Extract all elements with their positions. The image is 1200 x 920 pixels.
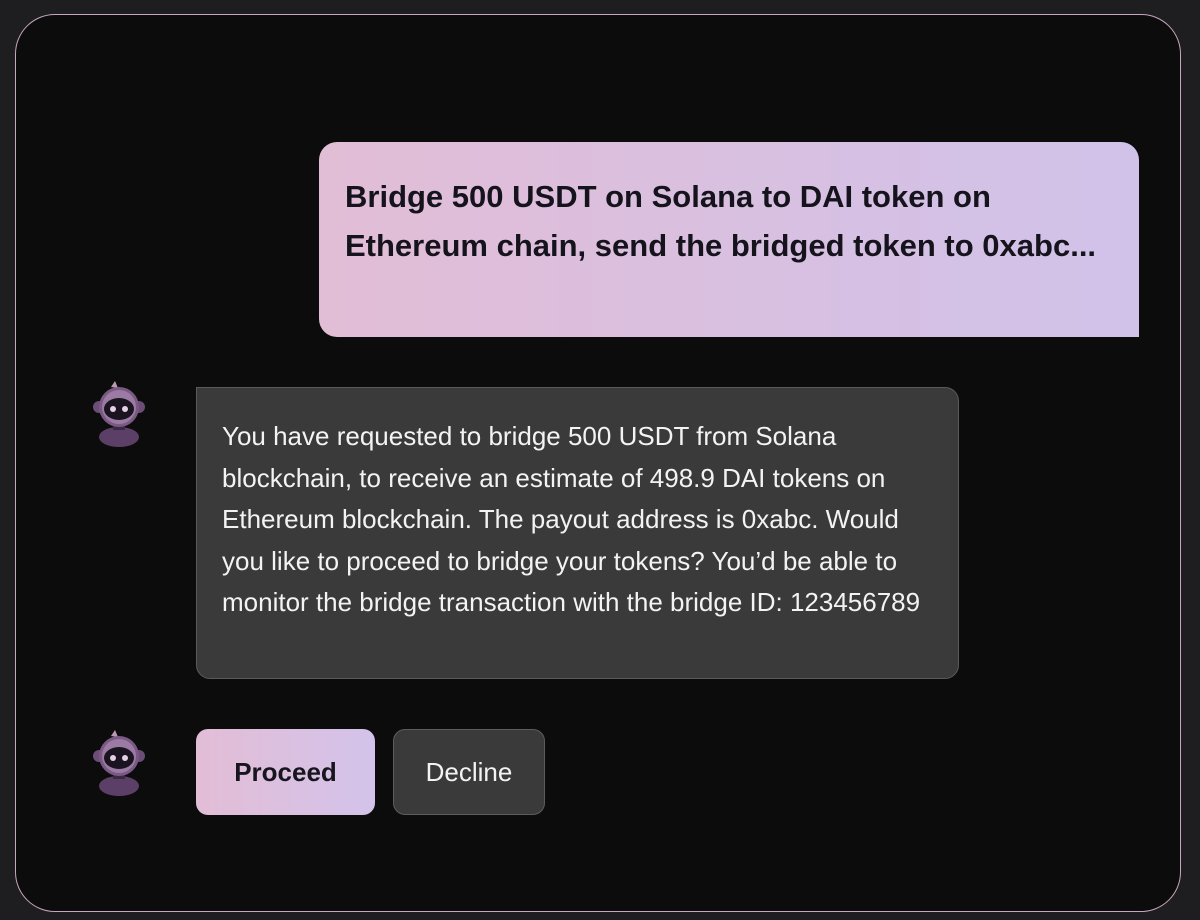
user-message-bubble: Bridge 500 USDT on Solana to DAI token o… bbox=[319, 142, 1139, 337]
decline-button-label: Decline bbox=[425, 756, 513, 787]
robot-avatar-icon bbox=[87, 377, 151, 447]
decline-button[interactable]: Decline bbox=[393, 729, 545, 815]
bot-message-text: You have requested to bridge 500 USDT fr… bbox=[222, 421, 921, 617]
proceed-button-label: Proceed bbox=[234, 756, 337, 787]
user-message-text: Bridge 500 USDT on Solana to DAI token o… bbox=[345, 179, 1097, 263]
robot-avatar-icon bbox=[87, 726, 151, 796]
bot-message-bubble: You have requested to bridge 500 USDT fr… bbox=[196, 387, 959, 679]
chat-panel: Bridge 500 USDT on Solana to DAI token o… bbox=[15, 14, 1181, 912]
proceed-button[interactable]: Proceed bbox=[196, 729, 375, 815]
